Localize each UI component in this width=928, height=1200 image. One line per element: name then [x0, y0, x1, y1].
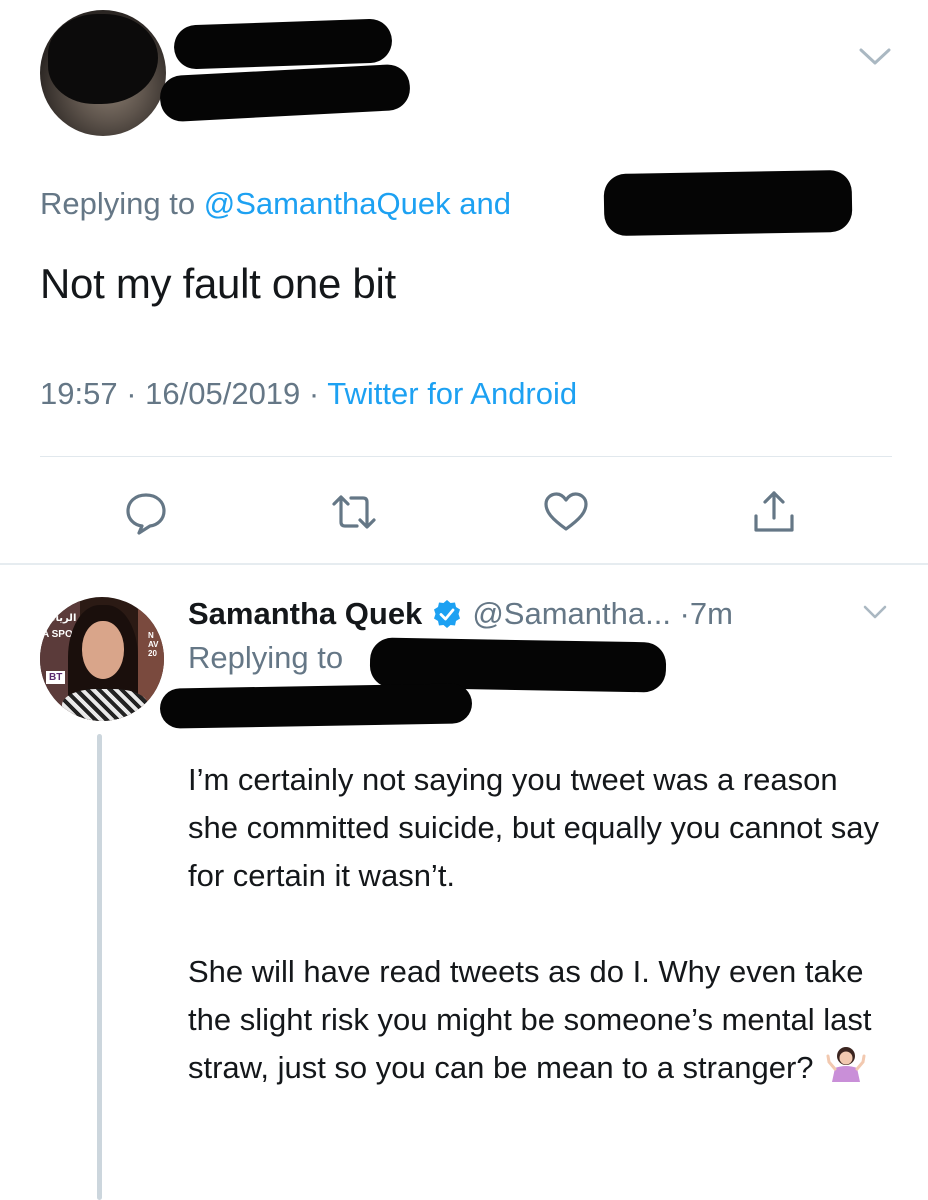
section-divider	[0, 563, 928, 565]
divider	[40, 456, 892, 457]
reply-paragraph: I’m certainly not saying you tweet was a…	[188, 762, 879, 893]
tweet-source-link[interactable]: Twitter for Android	[327, 376, 577, 411]
tweet-meta: 19:57 · 16/05/2019 · Twitter for Android	[40, 376, 577, 412]
avatar-redaction-scribble	[48, 14, 158, 104]
replying-to-mention[interactable]: @SamanthaQuek and	[204, 186, 511, 221]
reply-replying-to-label: Replying to	[188, 640, 344, 675]
redacted-reply-target	[159, 683, 473, 729]
author-avatar[interactable]	[40, 10, 166, 136]
reply-author-name[interactable]: Samantha Quek	[188, 596, 422, 632]
reply-author-avatar[interactable]: ة الرياض A SPO N AV 20 BT	[40, 597, 164, 721]
redacted-username	[158, 63, 412, 123]
meta-separator: ·	[300, 376, 328, 411]
replying-to-line: Replying to @SamanthaQuek and	[40, 186, 511, 222]
reply-paragraph-text: She will have read tweets as do I. Why e…	[188, 954, 872, 1085]
reply-icon[interactable]	[122, 488, 170, 536]
avatar-face	[82, 621, 124, 679]
meta-separator: ·	[117, 376, 146, 411]
reply-paragraph: She will have read tweets as do I. Why e…	[188, 948, 888, 1092]
verified-badge-icon	[434, 600, 461, 628]
avatar-backdrop-text: N AV 20	[148, 631, 159, 658]
share-icon[interactable]	[750, 488, 798, 536]
avatar-dress	[62, 689, 148, 721]
thread-connector-line	[97, 734, 102, 1200]
replying-to-label: Replying to	[40, 186, 204, 221]
reply-tweet-text: I’m certainly not saying you tweet was a…	[188, 756, 888, 1092]
tweet-date: 16/05/2019	[145, 376, 301, 411]
tweet-thread-screen: Replying to @SamanthaQuek and Not my fau…	[0, 0, 928, 1200]
reply-handle-and-time: @Samantha... ·7m	[472, 596, 733, 631]
chevron-down-icon[interactable]	[862, 604, 888, 620]
chevron-down-icon[interactable]	[858, 46, 892, 66]
tweet-time: 19:57	[40, 376, 118, 411]
redacted-reply-handle	[603, 169, 853, 237]
retweet-icon[interactable]	[330, 488, 378, 536]
avatar-backdrop-text: A SPO	[42, 629, 73, 640]
redacted-display-name	[173, 18, 393, 70]
heart-icon[interactable]	[542, 488, 590, 536]
person-shrugging-emoji-icon	[826, 1047, 866, 1082]
avatar-bt-logo: BT	[46, 671, 66, 684]
reply-header: Samantha Quek @Samantha... ·7m	[188, 592, 733, 636]
tweet-text: Not my fault one bit	[40, 260, 396, 307]
